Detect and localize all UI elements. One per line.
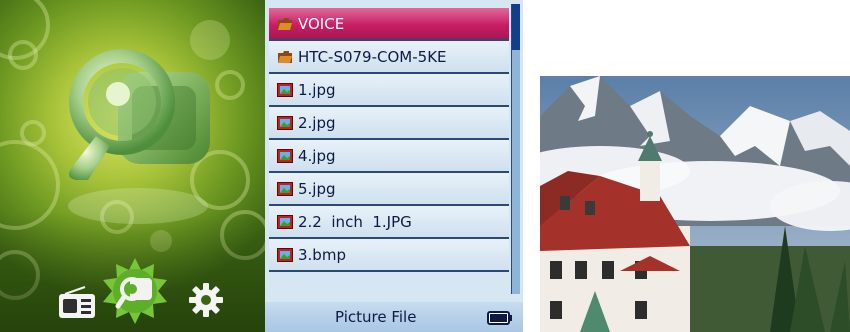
hero-icon-reflection	[68, 188, 208, 224]
file-row[interactable]: 3.bmp	[269, 239, 509, 272]
file-list: VOICE HTC-S079-COM-5KE 1.jpg 2.jpg 4.jpg 5.jp…	[269, 8, 509, 272]
image-file-icon	[277, 148, 293, 163]
file-browser-screen: VOICE HTC-S079-COM-5KE 1.jpg 2.jpg 4.jpg 5.jp…	[265, 0, 523, 332]
photo-preview	[540, 76, 850, 332]
image-file-icon	[277, 247, 293, 262]
file-row[interactable]: 1.jpg	[269, 74, 509, 107]
file-name: 4.jpg	[298, 146, 336, 165]
file-name: 2.2 inch 1.JPG	[298, 212, 412, 231]
file-name: 3.bmp	[298, 245, 346, 264]
file-name: VOICE	[298, 14, 345, 33]
scrollbar-thumb[interactable]	[512, 4, 520, 50]
image-file-icon	[277, 214, 293, 229]
gear-icon	[189, 283, 223, 317]
folder-icon	[278, 50, 292, 63]
file-row[interactable]: 4.jpg	[269, 140, 509, 173]
file-row[interactable]: 2.2 inch 1.JPG	[269, 206, 509, 239]
battery-icon	[487, 311, 512, 325]
decor-bubble	[8, 40, 38, 70]
image-file-icon	[277, 82, 293, 97]
main-menu-screen	[0, 0, 265, 332]
folder-icon	[278, 17, 292, 30]
file-row[interactable]: 5.jpg	[269, 173, 509, 206]
status-bar: Picture File	[265, 302, 523, 332]
status-title: Picture File	[335, 308, 417, 326]
decor-bubble	[20, 120, 46, 146]
radio-icon	[59, 286, 95, 318]
folder-row[interactable]: HTC-S079-COM-5KE	[269, 41, 509, 74]
image-file-icon	[277, 181, 293, 196]
file-row[interactable]: 2.jpg	[269, 107, 509, 140]
folder-row[interactable]: VOICE	[269, 8, 509, 41]
file-name: 2.jpg	[298, 113, 336, 132]
radio-menu-item[interactable]	[55, 286, 99, 320]
settings-menu-item[interactable]	[186, 280, 226, 320]
picture-menu-item[interactable]	[100, 256, 170, 326]
picture-icon	[103, 258, 167, 324]
picture-viewer-hero-icon	[68, 49, 210, 180]
menu-dock	[0, 254, 265, 332]
scrollbar[interactable]	[511, 4, 520, 294]
file-name: 1.jpg	[298, 80, 336, 99]
image-file-icon	[277, 115, 293, 130]
file-name: 5.jpg	[298, 179, 336, 198]
file-name: HTC-S079-COM-5KE	[298, 47, 447, 66]
